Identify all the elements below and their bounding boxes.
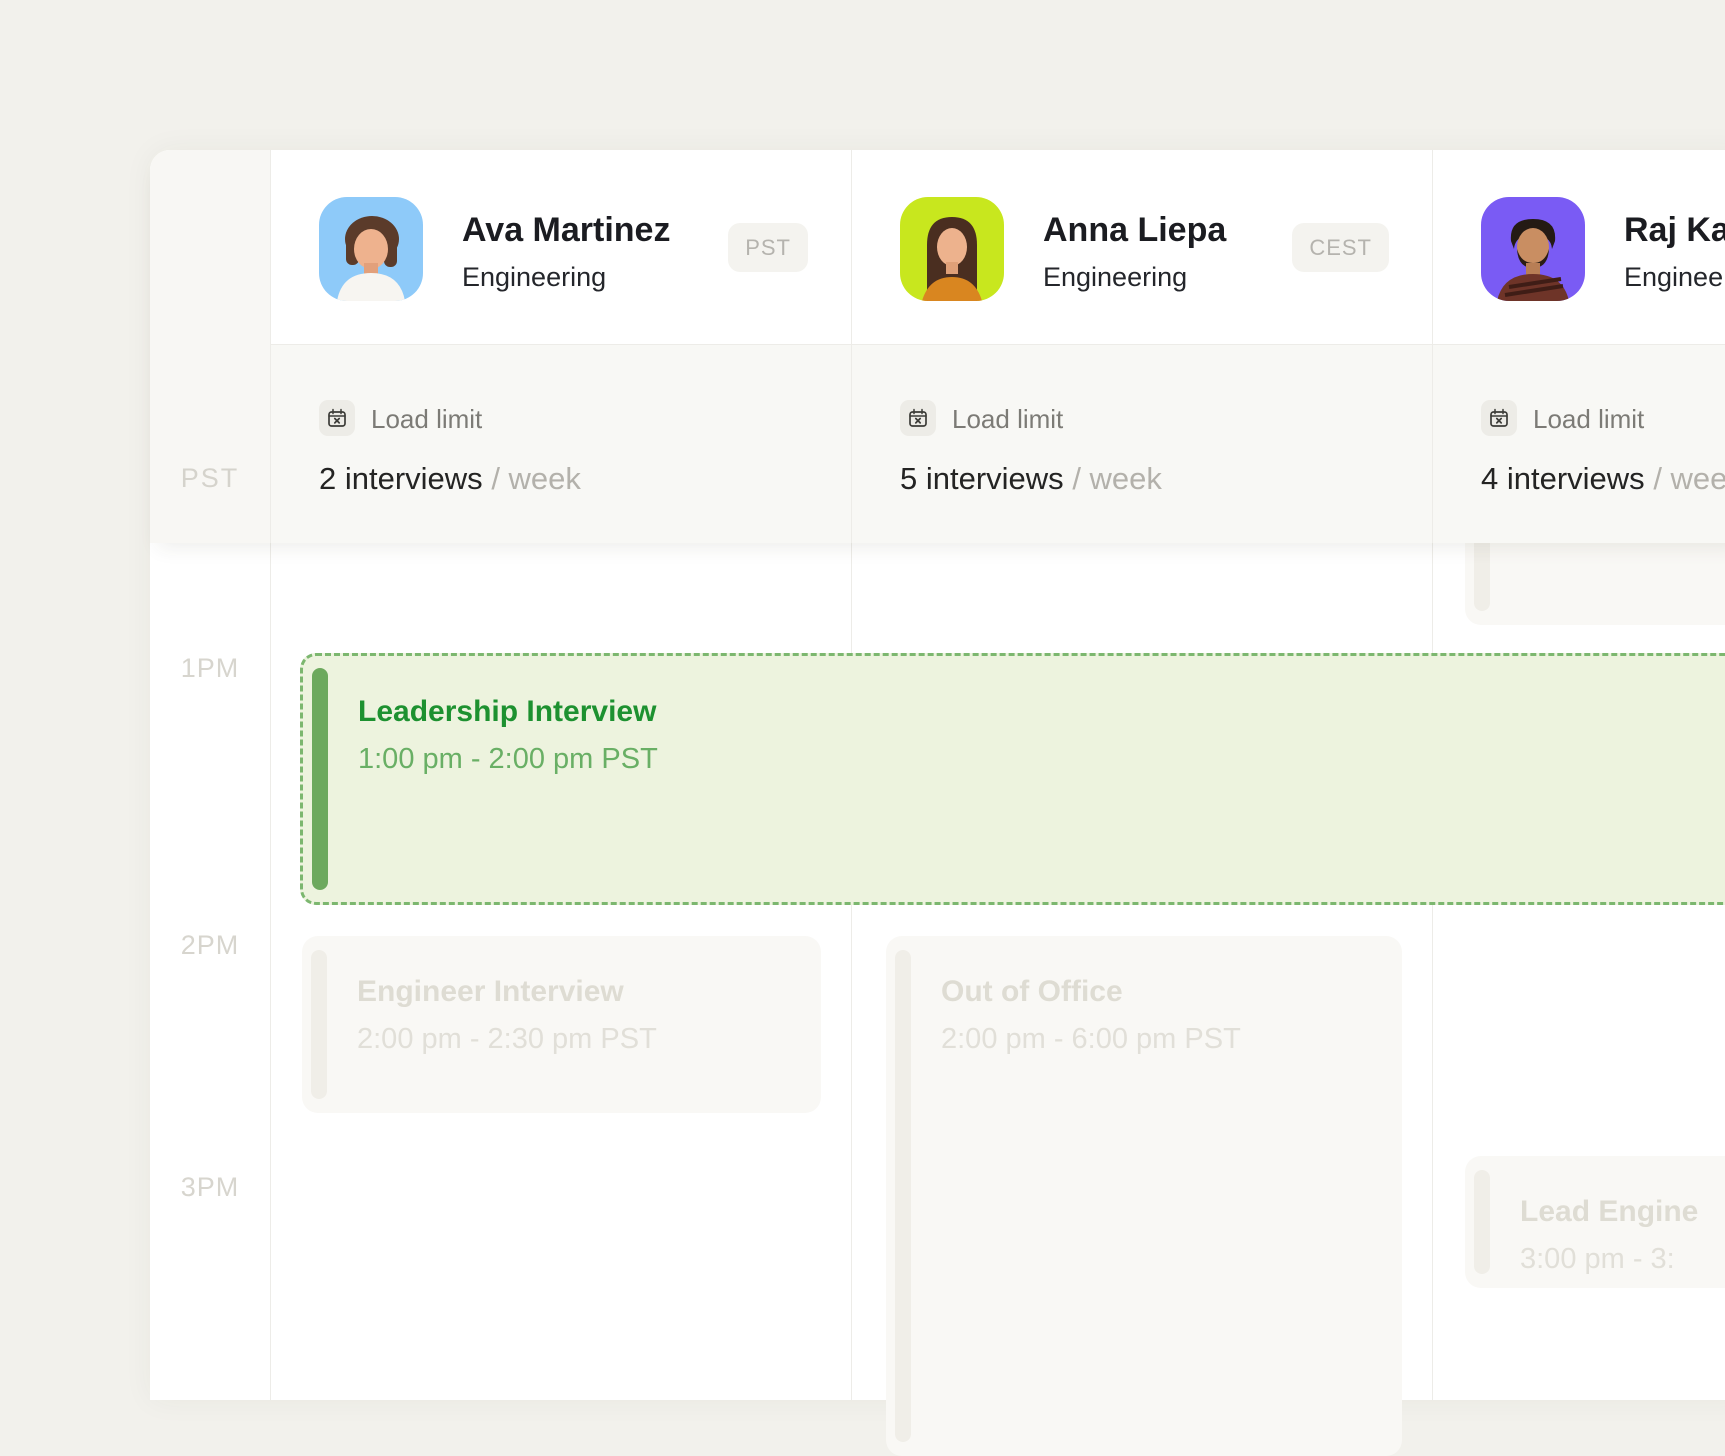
person-department: Engineering [462, 262, 606, 293]
event-time: 3:00 pm - 3: [1520, 1243, 1725, 1276]
person-header-raj: Raj Ka Enginee [1432, 150, 1725, 344]
calendar-x-icon [1481, 400, 1517, 436]
avatar [1481, 197, 1585, 301]
time-label-2pm: 2PM [150, 930, 270, 961]
event-accent-bar [312, 668, 328, 890]
avatar [900, 197, 1004, 301]
load-limit-value: 4 interviews / week [1481, 461, 1725, 497]
event-accent-bar [1474, 1170, 1490, 1274]
time-label-3pm: 3PM [150, 1172, 270, 1203]
person-header-ava-martinez: Ava Martinez Engineering PST [270, 150, 851, 344]
calendar-x-icon [900, 400, 936, 436]
calendar-x-icon [319, 400, 355, 436]
person-name: Raj Ka [1624, 211, 1725, 250]
load-limit-unit: / week [1653, 461, 1725, 496]
person-department: Enginee [1624, 262, 1723, 293]
event-leadership-interview[interactable]: Leadership Interview 1:00 pm - 2:00 pm P… [300, 653, 1725, 905]
timezone-badge: CEST [1292, 223, 1389, 272]
load-limit-count: 4 interviews [1481, 461, 1645, 496]
load-limit-cell: Load limit 2 interviews / week [270, 344, 851, 543]
event-time: 1:00 pm - 2:00 pm PST [358, 743, 1725, 776]
event-lead-engineer-interview[interactable]: Lead Engine 3:00 pm - 3: [1465, 1156, 1725, 1288]
event-accent-bar [895, 950, 911, 1442]
load-limit-unit: / week [1072, 461, 1162, 496]
avatar [319, 197, 423, 301]
scheduler-card: 1PM 2PM 3PM Leadership Interview 1:00 pm… [150, 150, 1725, 1400]
event-title: Lead Engine [1520, 1194, 1725, 1230]
load-limit-count: 5 interviews [900, 461, 1064, 496]
load-limit-value: 2 interviews / week [319, 461, 581, 497]
person-department: Engineering [1043, 262, 1187, 293]
event-title: Engineer Interview [357, 974, 801, 1010]
load-limit-count: 2 interviews [319, 461, 483, 496]
load-limit-label: Load limit [952, 404, 1063, 435]
person-name: Ava Martinez [462, 211, 670, 250]
gutter-timezone-label: PST [150, 463, 270, 494]
event-out-of-office[interactable]: Out of Office 2:00 pm - 6:00 pm PST [886, 936, 1402, 1456]
load-limit-value: 5 interviews / week [900, 461, 1162, 497]
time-label-1pm: 1PM [150, 653, 270, 684]
event-time: 2:00 pm - 6:00 pm PST [941, 1023, 1382, 1056]
load-limit-unit: / week [491, 461, 581, 496]
load-limit-cell: Load limit 4 interviews / week [1432, 344, 1725, 543]
event-time: 2:00 pm - 2:30 pm PST [357, 1023, 801, 1056]
timezone-badge: PST [728, 223, 808, 272]
person-header-anna-liepa: Anna Liepa Engineering CEST [851, 150, 1432, 344]
load-limit-cell: Load limit 5 interviews / week [851, 344, 1432, 543]
load-limit-label: Load limit [1533, 404, 1644, 435]
person-name: Anna Liepa [1043, 211, 1226, 250]
event-accent-bar [311, 950, 327, 1099]
load-limit-label: Load limit [371, 404, 482, 435]
event-title: Leadership Interview [358, 694, 1725, 730]
event-engineer-interview[interactable]: Engineer Interview 2:00 pm - 2:30 pm PST [302, 936, 821, 1113]
event-title: Out of Office [941, 974, 1382, 1010]
scheduler-header: PST Ava Martinez Engineering PST [150, 150, 1725, 543]
